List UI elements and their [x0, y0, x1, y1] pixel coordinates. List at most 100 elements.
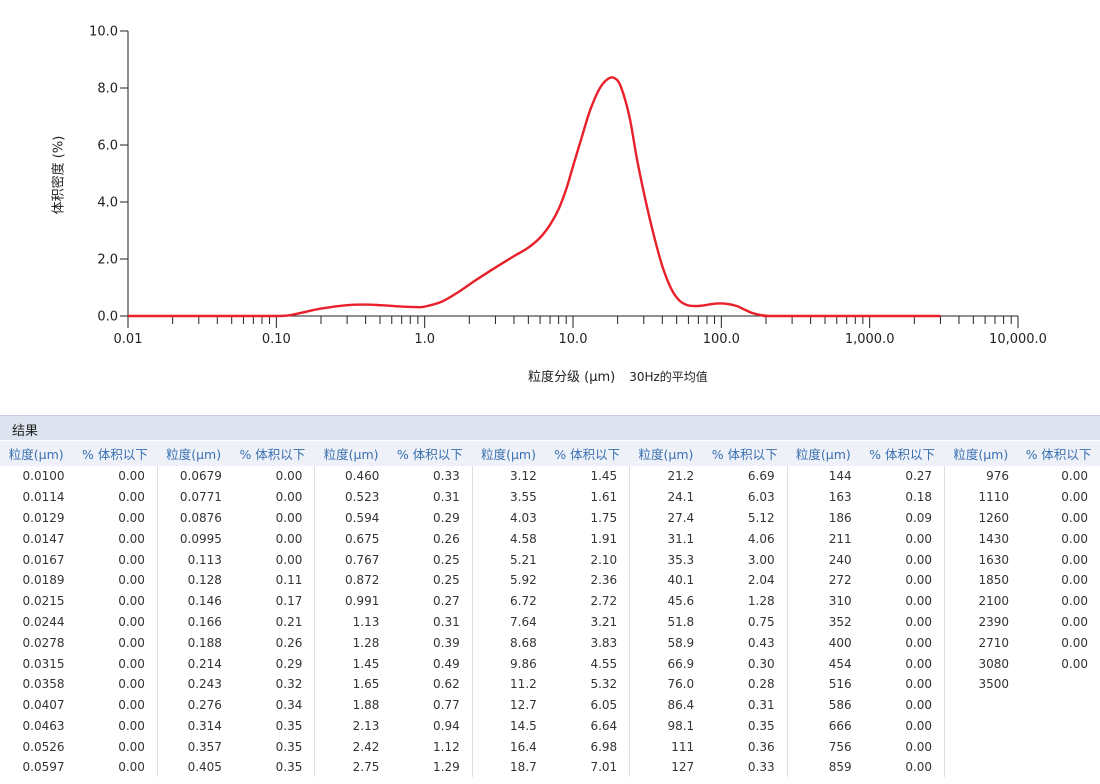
size-cell: 0.0167	[22, 552, 65, 567]
size-cell: 0.0189	[22, 573, 65, 588]
pct-cell: 0.27	[859, 466, 946, 487]
pct-cell: 0.00	[72, 632, 158, 654]
size-cell: 0.0995	[179, 531, 222, 546]
pct-cell: 0.39	[387, 632, 473, 654]
pct-cell: 2.10	[544, 549, 631, 570]
pct-cell: 0.25	[387, 569, 473, 591]
size-cell: 4.03	[510, 510, 537, 525]
size-cell: 16.4	[510, 739, 537, 754]
pct-cell: 0.00	[859, 528, 946, 550]
pct-cell: 0.00	[72, 528, 158, 550]
pct-cell	[1017, 716, 1100, 737]
size-cell: 0.0358	[22, 677, 65, 692]
size-cell: 3500	[978, 677, 1010, 692]
size-cell: 0.128	[187, 573, 222, 588]
size-cell: 3080	[978, 656, 1010, 671]
size-cell: 0.0114	[22, 490, 65, 505]
pct-cell: 0.00	[72, 673, 158, 695]
size-cell: 0.243	[187, 677, 222, 692]
size-cell: 2.13	[352, 718, 380, 733]
pct-cell: 0.33	[702, 757, 788, 778]
pct-cell: 0.43	[702, 632, 788, 654]
size-cell: 5.92	[510, 573, 537, 588]
pct-cell: 6.98	[544, 736, 631, 758]
size-cell: 0.0315	[22, 656, 65, 671]
y-tick-label: 8.0	[97, 82, 118, 97]
x-tick-label: 0.10	[262, 332, 291, 347]
y-tick-label: 2.0	[97, 253, 118, 268]
size-cell: 310	[828, 594, 852, 609]
pct-cell: 0.00	[859, 611, 946, 633]
pct-cell: 0.75	[702, 611, 788, 633]
pct-cell: 0.00	[229, 549, 316, 570]
size-cell: 11.2	[510, 677, 537, 692]
size-header: 粒度(μm)	[629, 441, 703, 466]
table-row: 0.0100 0.00 0.0679 0.00 0.460 0.33 3.12 1.45 21.…	[0, 466, 1100, 487]
x-axis-note: 30Hz的平均值	[629, 370, 708, 384]
size-cell: 1850	[978, 573, 1010, 588]
y-axis-label: 体积密度 (%)	[51, 135, 67, 215]
pct-cell	[1017, 674, 1100, 695]
size-cell: 6.72	[510, 594, 537, 609]
pct-cell: 0.00	[72, 757, 158, 778]
size-cell: 976	[986, 469, 1010, 484]
pct-cell: 0.00	[72, 507, 158, 529]
size-cell: 1630	[978, 552, 1010, 567]
y-tick-label: 0.0	[97, 310, 118, 325]
y-tick-label: 4.0	[97, 196, 118, 211]
x-axis-label-group: 粒度分级 (μm) 30Hz的平均值	[528, 366, 708, 385]
pct-cell: 4.06	[702, 528, 788, 550]
size-cell: 2.75	[352, 760, 380, 775]
size-cell: 0.767	[344, 552, 380, 567]
size-cell: 2390	[978, 614, 1010, 629]
size-cell: 0.0407	[22, 698, 65, 713]
size-cell: 0.188	[187, 635, 222, 650]
pct-cell: 0.00	[859, 736, 946, 758]
size-cell: 272	[828, 573, 852, 588]
pct-cell: 0.00	[229, 466, 316, 487]
pct-cell: 0.30	[702, 653, 788, 674]
pct-cell: 0.00	[72, 736, 158, 758]
pct-cell: 0.00	[229, 486, 316, 508]
size-cell: 40.1	[667, 573, 695, 588]
size-cell: 0.314	[187, 718, 222, 733]
results-title: 结果	[12, 424, 39, 439]
size-cell: 1260	[978, 510, 1010, 525]
pct-cell: 0.00	[72, 694, 158, 716]
size-header: 粒度(μm)	[944, 441, 1018, 466]
size-cell: 4.58	[510, 531, 537, 546]
size-cell: 0.0526	[22, 739, 65, 754]
size-cell: 0.0100	[22, 469, 65, 484]
pct-cell: 0.31	[387, 486, 473, 508]
pct-cell: 0.33	[387, 466, 473, 487]
size-cell: 756	[828, 739, 852, 754]
size-cell: 0.166	[187, 614, 222, 629]
size-cell: 211	[828, 531, 852, 546]
table-row: 0.0244 0.00 0.166 0.21 1.13 0.31 7.64 3.21 51.8 0…	[0, 611, 1100, 633]
pct-header: % 体积以下	[72, 441, 158, 466]
pct-cell: 1.28	[702, 590, 788, 612]
table-row: 0.0278 0.00 0.188 0.26 1.28 0.39 8.68 3.83 58.9 0…	[0, 632, 1100, 654]
size-header: 粒度(μm)	[472, 441, 545, 466]
pct-cell: 0.00	[1061, 531, 1088, 546]
results-header-row: 粒度(μm)% 体积以下 粒度(μm)% 体积以下 粒度(μm)% 体积以下 粒度(μ…	[0, 441, 1100, 466]
size-cell: 859	[828, 760, 852, 775]
size-cell: 127	[671, 760, 695, 775]
size-cell: 3.12	[510, 469, 537, 484]
pct-cell: 0.00	[72, 653, 158, 674]
pct-cell: 0.00	[859, 757, 946, 778]
x-tick-label: 0.01	[114, 332, 143, 347]
pct-cell: 0.77	[387, 694, 473, 716]
table-row: 0.0358 0.00 0.243 0.32 1.65 0.62 11.2 5.32 76.0 0…	[0, 673, 1100, 695]
pct-cell: 0.29	[387, 507, 473, 529]
table-row: 0.0407 0.00 0.276 0.34 1.88 0.77 12.7 6.05 86.4 0…	[0, 694, 1100, 716]
size-cell: 1.88	[352, 698, 380, 713]
size-cell: 0.405	[187, 760, 222, 775]
x-tick-label: 100.0	[703, 332, 740, 347]
size-cell: 1110	[978, 490, 1010, 505]
size-cell: 454	[828, 656, 852, 671]
table-row: 0.0215 0.00 0.146 0.17 0.991 0.27 6.72 2.72 45.6…	[0, 590, 1100, 612]
size-cell: 0.0244	[22, 614, 65, 629]
size-cell: 0.0147	[22, 531, 65, 546]
pct-cell: 0.00	[859, 694, 946, 716]
